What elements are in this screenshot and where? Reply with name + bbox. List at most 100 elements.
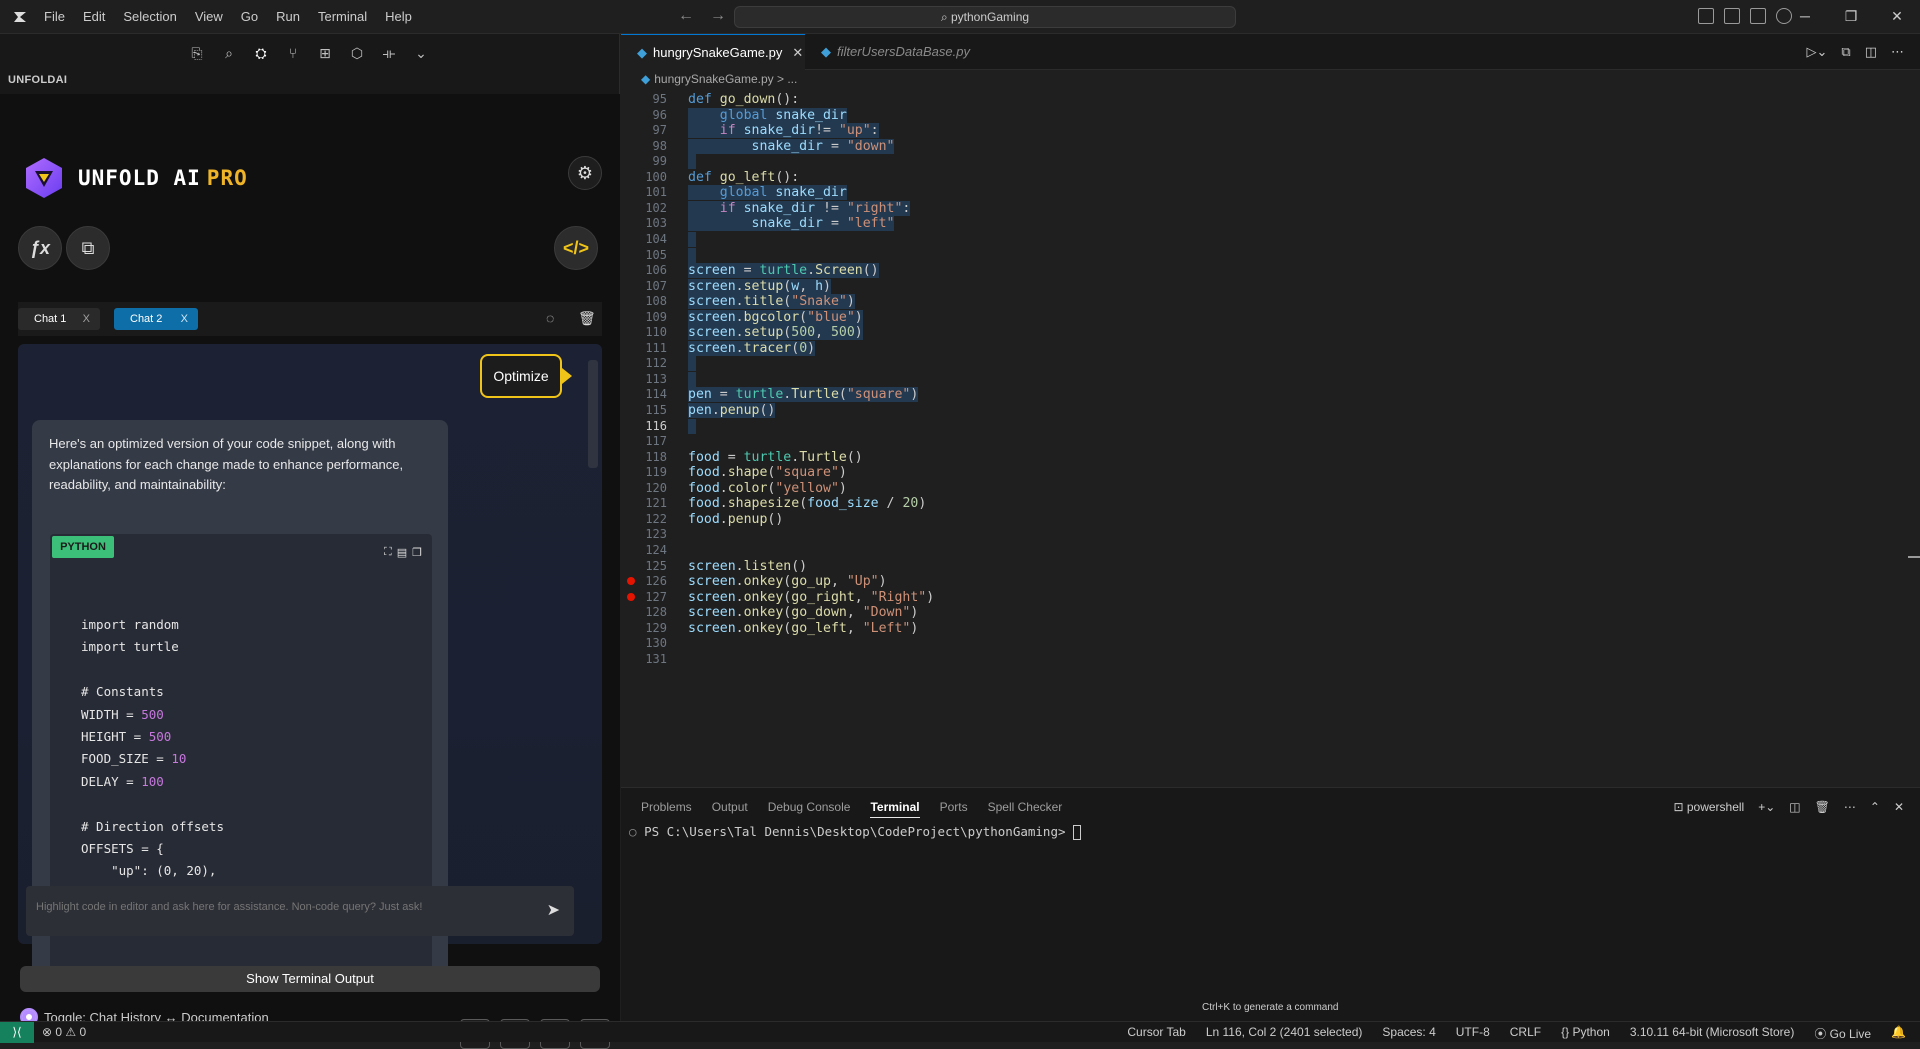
status-interpreter[interactable]: 3.10.11 64-bit (Microsoft Store) xyxy=(1630,1025,1795,1042)
extensions-icon[interactable]: ⊞ xyxy=(316,44,334,62)
status-indent[interactable]: Spaces: 4 xyxy=(1382,1025,1435,1042)
menu-edit[interactable]: Edit xyxy=(81,9,107,24)
code-button[interactable]: </> xyxy=(554,226,598,270)
code-line[interactable] xyxy=(688,417,696,436)
code-line[interactable]: snake_dir = "down" xyxy=(688,137,895,156)
toggle-panel-icon[interactable] xyxy=(1724,8,1740,24)
menu-file[interactable]: File xyxy=(42,9,67,24)
close-icon[interactable]: ✕ xyxy=(792,45,803,60)
selected-text xyxy=(688,418,696,434)
forward-arrow-icon[interactable]: → xyxy=(710,7,726,25)
files-icon[interactable]: ⎘ xyxy=(188,44,206,62)
minimize-button[interactable]: ─ xyxy=(1782,0,1828,34)
toggle-secondary-sidebar-icon[interactable] xyxy=(1750,8,1766,24)
tab-chat-2[interactable]: Chat 2 X xyxy=(114,308,198,330)
breakpoint-icon[interactable] xyxy=(627,577,635,586)
activity-toolbar: ⎘ ⌕ ⛭ ⑂ ⊞ ⬡ ⟛ ⌄ xyxy=(188,44,430,62)
menu-help[interactable]: Help xyxy=(383,9,414,24)
menu-terminal[interactable]: Terminal xyxy=(316,9,369,24)
tab-spell-checker[interactable]: Spell Checker xyxy=(988,800,1063,818)
problems-count[interactable]: ⊗ 0 ⚠ 0 xyxy=(42,1025,86,1039)
remote-indicator[interactable]: ⟩⟨ xyxy=(0,1022,34,1043)
tab-hungry-snake[interactable]: ◆ hungrySnakeGame.py ✕ xyxy=(621,34,805,70)
chevron-down-icon[interactable]: ⌄ xyxy=(412,44,430,62)
copy-icon[interactable]: ❐ xyxy=(412,546,422,559)
open-changes-icon[interactable]: ⧉ xyxy=(1841,44,1850,60)
image-edit-button[interactable]: ⧉ xyxy=(66,226,110,270)
search-icon: ⌕ xyxy=(940,10,951,24)
maximize-panel-icon[interactable]: ⌃ xyxy=(1870,800,1880,814)
send-icon[interactable]: ➤ xyxy=(547,900,560,920)
trash-icon[interactable]: 🗑 xyxy=(578,310,596,327)
code-token: () xyxy=(862,263,879,279)
code-line[interactable]: screen.tracer(0) xyxy=(688,339,816,358)
new-terminal-icon[interactable]: +⌄ xyxy=(1758,800,1775,814)
split-terminal-icon[interactable]: ◫ xyxy=(1789,800,1800,814)
terminal-line[interactable]: ○ PS C:\Users\Tal Dennis\Desktop\CodePro… xyxy=(629,824,1082,840)
command-center-search[interactable]: ⌕ pythonGaming xyxy=(734,6,1236,28)
status-encoding[interactable]: UTF-8 xyxy=(1456,1025,1490,1042)
snippet-line: WIDTH = 500 xyxy=(81,704,224,726)
code-token: , xyxy=(815,325,831,341)
app-logo-icon xyxy=(14,12,26,22)
show-terminal-output-button[interactable]: Show Terminal Output xyxy=(20,966,600,992)
tab-ports[interactable]: Ports xyxy=(940,800,968,818)
bell-icon[interactable]: 🔔 xyxy=(1891,1025,1906,1042)
package-icon[interactable]: ⬡ xyxy=(348,44,366,62)
code-token: ) xyxy=(807,340,816,356)
run-icon[interactable]: ▷⌄ xyxy=(1807,44,1828,60)
search-icon[interactable]: ⌕ xyxy=(220,44,238,62)
menu-run[interactable]: Run xyxy=(274,9,302,24)
tab-debug-console[interactable]: Debug Console xyxy=(768,800,851,818)
tab-problems[interactable]: Problems xyxy=(641,800,692,818)
chat-bubble-icon[interactable]: ◌ xyxy=(546,310,554,326)
code-line[interactable]: food.penup() xyxy=(688,510,783,529)
tab-output[interactable]: Output xyxy=(712,800,748,818)
language-badge: PYTHON xyxy=(52,536,114,558)
menu-selection[interactable]: Selection xyxy=(121,9,178,24)
status-go-live[interactable]: ⦿ Go Live xyxy=(1814,1025,1871,1042)
fx-button[interactable]: ƒx xyxy=(18,226,62,270)
menu-view[interactable]: View xyxy=(193,9,225,24)
code-line[interactable]: screen.onkey(go_left, "Left") xyxy=(688,619,918,638)
toggle-sidebar-icon[interactable] xyxy=(1698,8,1714,24)
code-line[interactable]: pen.penup() xyxy=(688,401,776,420)
chat-scrollbar[interactable] xyxy=(588,360,598,468)
breakpoint-icon[interactable] xyxy=(627,592,635,601)
close-icon[interactable]: X xyxy=(181,308,188,330)
status-position[interactable]: Ln 116, Col 2 (2401 selected) xyxy=(1206,1025,1363,1042)
terminal-shell[interactable]: ⊡ powershell xyxy=(1673,800,1744,814)
terminal-hint: Ctrl+K to generate a command xyxy=(1202,1002,1339,1013)
insert-file-icon[interactable]: ▤ xyxy=(397,546,407,559)
more-icon[interactable]: ⋯ xyxy=(1891,44,1904,60)
menu-go[interactable]: Go xyxy=(239,9,260,24)
back-arrow-icon[interactable]: ← xyxy=(678,7,694,25)
unfold-icon[interactable]: ⛭ xyxy=(252,44,270,62)
tab-terminal[interactable]: Terminal xyxy=(870,800,920,818)
chat-input[interactable] xyxy=(36,896,526,918)
remote-icon[interactable]: ⟛ xyxy=(380,44,398,62)
tab-chat-1[interactable]: Chat 1 X xyxy=(18,308,100,330)
split-icon[interactable]: ◫ xyxy=(1865,44,1877,60)
code-line[interactable]: snake_dir = "left" xyxy=(688,214,895,233)
fx-icon: ƒx xyxy=(29,238,51,258)
optimize-button[interactable]: Optimize xyxy=(480,354,562,398)
snippet-token xyxy=(81,796,89,811)
status-language[interactable]: {} Python xyxy=(1561,1025,1610,1042)
close-window-button[interactable]: ✕ xyxy=(1874,0,1920,34)
kill-terminal-icon[interactable]: 🗑 xyxy=(1815,800,1830,814)
status-cursor-tab[interactable]: Cursor Tab xyxy=(1127,1025,1185,1042)
expand-icon[interactable]: ⛶ xyxy=(384,546,392,559)
status-eol[interactable]: CRLF xyxy=(1510,1025,1541,1042)
close-icon[interactable]: X xyxy=(83,308,90,330)
restore-button[interactable]: ❐ xyxy=(1828,0,1874,34)
tab-filter-users[interactable]: ◆ filterUsersDataBase.py xyxy=(805,34,995,70)
breadcrumb-file[interactable]: hungrySnakeGame.py xyxy=(654,72,773,86)
more-icon[interactable]: ⋯ xyxy=(1844,800,1856,814)
settings-button[interactable]: ⚙ xyxy=(568,156,602,190)
close-panel-icon[interactable]: ✕ xyxy=(1894,800,1904,814)
breadcrumb-rest[interactable]: > ... xyxy=(777,72,797,86)
prompt-dot-icon: ○ xyxy=(629,824,645,839)
breadcrumb: ◆ hungrySnakeGame.py > ... xyxy=(641,72,797,86)
source-control-icon[interactable]: ⑂ xyxy=(284,44,302,62)
